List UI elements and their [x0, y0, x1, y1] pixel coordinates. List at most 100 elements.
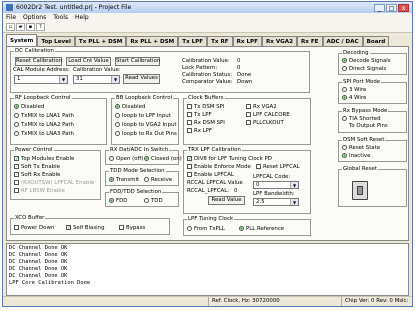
open-folder-icon[interactable]: ▰: [16, 23, 25, 31]
inactive-option[interactable]: Inactive: [342, 153, 370, 160]
clk-pllclkout-checkbox[interactable]: PLLCLKOUT: [246, 120, 284, 127]
rf-loop-lna2-option[interactable]: TxMIX to LNA2 Path: [14, 122, 74, 129]
maximize-button[interactable]: □: [386, 3, 397, 12]
bb-loop-disabled-option[interactable]: Disabled: [115, 104, 145, 111]
tab-tx-lpf[interactable]: Tx LPF: [178, 36, 208, 46]
switch-closed-option[interactable]: Closed (on): [144, 156, 182, 163]
app-window: 6002Dr2 Test. untitled.prj - Project Fil…: [2, 1, 413, 307]
reset-switch-icon[interactable]: [352, 181, 368, 200]
self-biasing-checkbox[interactable]: ✓ Self Biasing: [66, 225, 105, 232]
soft-rx-enable-checkbox[interactable]: Soft Rx Enable: [14, 172, 60, 179]
checkbox-icon: [187, 120, 192, 125]
decode-signals-option[interactable]: Decode Signals: [342, 58, 391, 65]
message-log[interactable]: DC Channel Done OK DC Channel Done OK DC…: [6, 243, 409, 296]
radio-icon: [14, 122, 19, 127]
log-line: DC Channel Done OK: [9, 266, 68, 272]
start-calibration-button[interactable]: Start Calibration: [115, 57, 160, 66]
clk-lpf-calcore-checkbox[interactable]: LPF CALCORE: [246, 112, 290, 119]
checkbox-icon: [187, 128, 192, 133]
clk-tx-dsm-spi-checkbox[interactable]: Tx DSM SPI: [187, 104, 224, 111]
tdd-option[interactable]: TDD: [144, 198, 163, 205]
clk-rx-vga2-checkbox[interactable]: Rx VGA2: [246, 104, 277, 111]
checkbox-icon: [187, 164, 192, 169]
soft-tx-enable-checkbox[interactable]: Soft Tx Enable: [14, 164, 60, 171]
cal-module-address-select[interactable]: 1 ▼: [14, 75, 68, 84]
menu-options[interactable]: Options: [23, 14, 46, 21]
reset-lpfcal-checkbox[interactable]: Reset LPFCAL: [256, 164, 300, 171]
rf-lbsw-enable-checkbox[interactable]: RF LBSW Enable: [14, 188, 65, 195]
from-txpll-option[interactable]: From TxPLL: [187, 226, 225, 233]
spi-3-wire-option[interactable]: 3 Wire: [342, 87, 366, 94]
enable-lpfcal-checkbox[interactable]: Enable LPFCAL: [187, 172, 234, 179]
help-icon[interactable]: ?: [36, 23, 45, 31]
status-bar: Ref. Clock, Hz: 30720000 Chip Ver: 0 Rev…: [3, 296, 412, 306]
new-file-icon[interactable]: ▫: [6, 23, 15, 31]
menu-file[interactable]: File: [6, 14, 16, 21]
bb-loop-lpf-option[interactable]: loopb to LPF Input: [115, 113, 171, 120]
tab-rx-vga2[interactable]: Rx VGA2: [261, 36, 297, 46]
app-icon: [6, 4, 13, 11]
rf-loop-lna3-option[interactable]: TxMIX to LNA3 Path: [14, 131, 74, 138]
load-cnt-value-button[interactable]: Load Cnt Value: [66, 57, 111, 66]
top-modules-enable-checkbox[interactable]: ✓ Top Modules Enable: [14, 156, 74, 163]
lpfcal-enable-checkbox[interactable]: (RXOUTSW) LPFCAL Enable: [14, 180, 94, 187]
pll-reference-option[interactable]: PLL Reference: [239, 226, 284, 233]
switch-open-option[interactable]: Open (off): [109, 156, 143, 163]
tdd-mode-group: TDD Mode Selection Transmit Receive: [105, 168, 179, 186]
rx-bypass-mode-group: Rx Bypass Mode TIA Shorted To Output Pin…: [338, 108, 407, 133]
readout-value: Down: [237, 79, 253, 85]
bb-loop-rxout-option[interactable]: loopb to Rx Out Pins: [115, 131, 177, 138]
reset-state-option[interactable]: Reset State: [342, 145, 380, 152]
radio-selected-icon: [342, 58, 347, 63]
power-down-checkbox[interactable]: Power Down: [14, 225, 54, 232]
tab-rx-lpf[interactable]: Rx LPF: [232, 36, 262, 46]
div8-checkbox[interactable]: ✓ DIV8 for LPF Tuning Clock PD: [187, 156, 272, 163]
spi-4-wire-option[interactable]: 4 Wire: [342, 95, 366, 102]
enable-enforce-checkbox[interactable]: Enable Enforce Mode: [187, 164, 251, 171]
checkbox-icon: [246, 112, 251, 117]
lpfcal-code-label: LPFCAL Code:: [253, 174, 291, 180]
clk-rx-dsm-spi-checkbox[interactable]: Rx DSM SPI: [187, 120, 225, 127]
receive-option[interactable]: Receive: [144, 177, 172, 184]
reset-calibration-button[interactable]: Reset Calibration: [15, 57, 62, 66]
power-label: Soft Tx Enable: [21, 164, 60, 170]
tab-system[interactable]: System: [6, 34, 38, 46]
read-value-button[interactable]: Read Value: [208, 196, 245, 205]
pll-reference-label: PLL Reference: [246, 226, 285, 232]
clk-tx-lpf-checkbox[interactable]: Tx LPF: [187, 112, 212, 119]
tab-tx-pll-dsm[interactable]: Tx PLL + DSM: [74, 36, 127, 46]
window-title: 6002Dr2 Test. untitled.prj - Project Fil…: [16, 4, 132, 11]
tab-board[interactable]: Board: [362, 36, 390, 46]
radio-selected-icon: [109, 177, 114, 182]
direct-signals-option[interactable]: Direct Signals: [342, 66, 386, 73]
rf-loop-lna1-option[interactable]: TxMIX to LNA1 Path: [14, 113, 74, 120]
fdd-option[interactable]: FDD: [109, 198, 127, 205]
read-values-button[interactable]: Read Values: [123, 74, 160, 84]
tia-shorted-option[interactable]: TIA Shorted: [342, 116, 381, 123]
checkbox-icon: [246, 104, 251, 109]
checkbox-icon: [187, 172, 192, 177]
self-biasing-label: Self Biasing: [73, 225, 105, 231]
decoding-group: Decoding Decode Signals Direct Signals: [338, 50, 407, 75]
title-bar: 6002Dr2 Test. untitled.prj - Project Fil…: [3, 2, 412, 13]
calibration-value-select[interactable]: 31 ▼: [73, 75, 120, 84]
tab-top-level[interactable]: Top Level: [37, 36, 75, 46]
menu-tools[interactable]: Tools: [53, 14, 68, 21]
save-icon[interactable]: ▪: [26, 23, 35, 31]
tab-rx-pll-dsm[interactable]: Rx PLL + DSM: [126, 36, 179, 46]
transmit-option[interactable]: Transmit: [109, 177, 139, 184]
lpf-bandwidth-select[interactable]: 2.5 ▼: [253, 198, 299, 206]
lpfcal-code-select[interactable]: 0 ▼: [253, 181, 299, 189]
tab-adc-dac[interactable]: ADC / DAC: [322, 36, 363, 46]
tab-rx-fe[interactable]: Rx FE: [296, 36, 323, 46]
close-button[interactable]: x: [398, 3, 409, 12]
minimize-button[interactable]: _: [374, 3, 385, 12]
bypass-checkbox[interactable]: Bypass: [119, 225, 145, 232]
bb-loop-vga2-option[interactable]: loopb to VGA2 Input: [115, 122, 176, 129]
log-line: DC Channel Done OK: [9, 259, 68, 265]
tab-tx-rf[interactable]: Tx RF: [207, 36, 233, 46]
menu-help[interactable]: Help: [75, 14, 89, 21]
rf-loop-disabled-option[interactable]: Disabled: [14, 104, 44, 111]
clk-rx-lpf-checkbox[interactable]: Rx LPF: [187, 128, 212, 135]
bb-loop-option-label: loopb to Rx Out Pins: [122, 131, 177, 137]
